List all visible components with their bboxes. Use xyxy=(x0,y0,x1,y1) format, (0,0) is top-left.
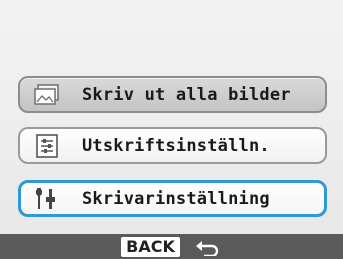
printer-settings-button[interactable]: Skrivarinställning xyxy=(18,180,327,217)
printer-settings-icon xyxy=(36,187,55,209)
print-settings-icon xyxy=(36,133,58,158)
footer-bar: BACK xyxy=(0,234,343,259)
return-arrow-icon xyxy=(195,240,218,256)
print-settings-button[interactable]: Utskriftsinställn. xyxy=(18,127,327,164)
print-all-images-label: Skriv ut alla bilder xyxy=(82,84,291,105)
print-all-images-icon xyxy=(34,83,59,105)
print-settings-label: Utskriftsinställn. xyxy=(82,135,270,156)
printer-menu-screen: Skriv ut alla bilder Utskriftsinställn. … xyxy=(0,0,343,259)
printer-settings-label: Skrivarinställning xyxy=(82,188,270,209)
back-button[interactable]: BACK xyxy=(121,236,180,257)
print-all-images-button[interactable]: Skriv ut alla bilder xyxy=(18,76,327,113)
